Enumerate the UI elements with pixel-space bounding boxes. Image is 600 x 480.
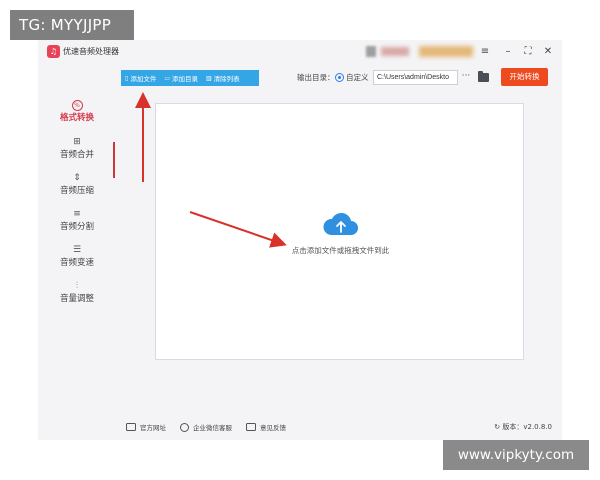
title-bar: ♫ 优速音频处理器 ≡ – ⛶ ✕ — [38, 40, 562, 64]
file-icon: ▯ — [125, 74, 129, 82]
app-window: ♫ 优速音频处理器 ≡ – ⛶ ✕ % 格式转换 ⊞ 音频合并 ⇕ 音频压缩 ≡… — [38, 40, 562, 440]
browse-dots-button[interactable]: ··· — [461, 70, 471, 85]
output-directory-label: 输出目录： — [297, 73, 335, 82]
active-indicator — [113, 142, 115, 178]
monitor-icon — [126, 423, 136, 431]
file-toolbar: ▯ 添加文件 ▭ 添加目录 ▥ 清除列表 — [121, 70, 259, 86]
add-file-button[interactable]: ▯ 添加文件 — [121, 70, 160, 86]
footer-bar: 官方网址 企业微信客服 意见反馈 ↻ 版本：v2.0.8.0 — [38, 416, 562, 440]
sidebar-item-label: 格式转换 — [59, 113, 94, 123]
add-folder-button[interactable]: ▭ 添加目录 — [160, 70, 202, 86]
menu-icon[interactable]: ≡ — [478, 44, 492, 59]
custom-radio-label: 自定义 — [346, 73, 369, 82]
maximize-button[interactable]: ⛶ — [521, 44, 535, 59]
wechat-support-link[interactable]: 企业微信客服 — [180, 421, 232, 433]
close-button[interactable]: ✕ — [541, 44, 555, 59]
blurred-username — [381, 47, 409, 56]
clear-list-button[interactable]: ▥ 清除列表 — [202, 70, 244, 86]
feedback-label: 意见反馈 — [260, 424, 286, 432]
sidebar-item-label: 音频合并 — [59, 150, 94, 160]
sidebar-item-audio-speed[interactable]: ☰ 音频变速 — [38, 244, 116, 274]
merge-icon: ⊞ — [73, 137, 81, 147]
sidebar-item-audio-compress[interactable]: ⇕ 音频压缩 — [38, 172, 116, 202]
add-folder-label: 添加目录 — [171, 75, 198, 83]
sidebar-item-label: 音频分割 — [59, 222, 94, 232]
sidebar-item-label: 音量调整 — [59, 294, 94, 304]
format-convert-icon: % — [71, 100, 83, 111]
page: TG: MYYJJPP ♫ 优速音频处理器 ≡ – ⛶ ✕ % 格式转换 ⊞ 音… — [0, 0, 600, 480]
file-drop-area[interactable]: 点击添加文件或拖拽文件到此 — [155, 103, 524, 360]
drop-hint: 点击添加文件或拖拽文件到此 — [291, 246, 390, 255]
open-folder-icon[interactable] — [478, 71, 489, 82]
add-file-label: 添加文件 — [130, 75, 157, 83]
tg-watermark: TG: MYYJJPP — [10, 10, 134, 40]
folder-outline-icon: ▭ — [164, 74, 170, 82]
start-convert-button[interactable]: 开始转换 — [501, 68, 548, 86]
wechat-icon — [180, 422, 189, 432]
trash-icon: ▥ — [205, 74, 212, 82]
sidebar-item-audio-merge[interactable]: ⊞ 音频合并 — [38, 136, 116, 166]
blurred-avatar — [366, 46, 376, 57]
sidebar: % 格式转换 ⊞ 音频合并 ⇕ 音频压缩 ≡ 音频分割 ☰ 音频变速 ⫶ 音量调… — [38, 90, 116, 370]
speed-icon: ☰ — [72, 245, 82, 255]
blurred-vip-badge — [419, 46, 473, 57]
website-link[interactable]: 官方网址 — [126, 421, 166, 433]
sidebar-item-label: 音频压缩 — [59, 186, 94, 196]
feedback-icon — [246, 423, 256, 431]
app-logo-icon: ♫ — [47, 45, 60, 58]
cloud-upload-icon — [323, 212, 358, 235]
wechat-support-label: 企业微信客服 — [193, 424, 232, 432]
app-title: 优速音频处理器 — [63, 47, 119, 56]
version-label: 版本：v2.0.8.0 — [502, 423, 552, 431]
custom-radio[interactable] — [335, 73, 344, 82]
sidebar-item-label: 音频变速 — [59, 258, 94, 268]
sidebar-item-audio-split[interactable]: ≡ 音频分割 — [38, 208, 116, 238]
version-info[interactable]: ↻ 版本：v2.0.8.0 — [494, 421, 552, 433]
clear-list-label: 清除列表 — [213, 75, 240, 83]
minimize-button[interactable]: – — [501, 44, 515, 59]
site-watermark: www.vipkyty.com — [443, 440, 589, 470]
website-label: 官方网址 — [140, 424, 166, 432]
feedback-link[interactable]: 意见反馈 — [246, 421, 286, 433]
compress-icon: ⇕ — [73, 173, 81, 183]
output-path-field[interactable]: C:\Users\admin\Deskto — [373, 70, 458, 85]
volume-icon: ⫶ — [75, 281, 79, 291]
sidebar-item-format-convert[interactable]: % 格式转换 — [38, 100, 116, 130]
split-icon: ≡ — [73, 209, 81, 219]
sidebar-item-volume-adjust[interactable]: ⫶ 音量调整 — [38, 280, 116, 310]
